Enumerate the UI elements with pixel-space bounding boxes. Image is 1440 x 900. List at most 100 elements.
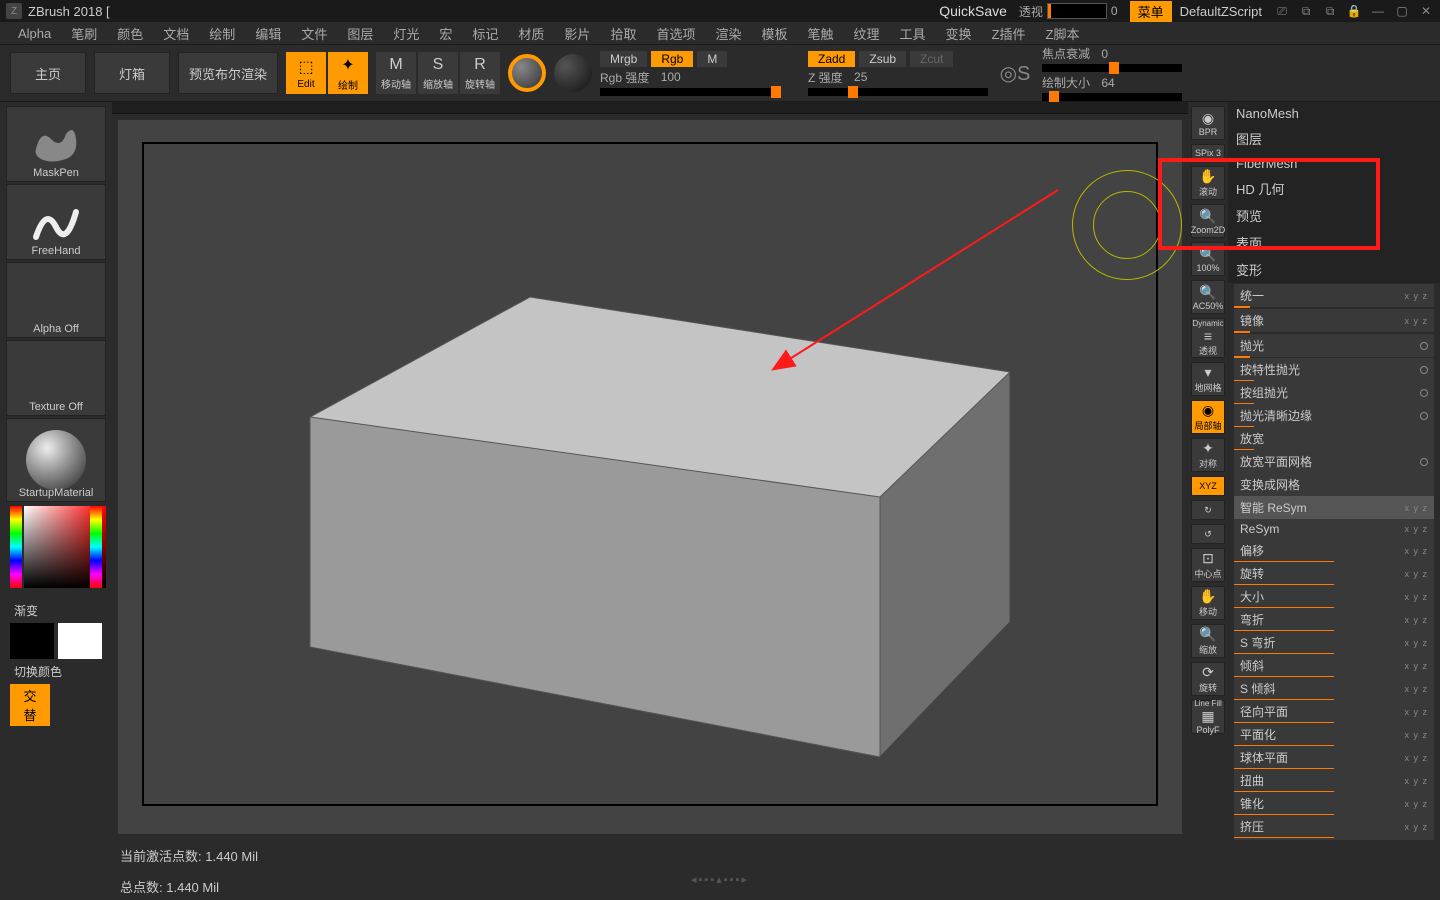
deform-锥化[interactable]: 锥化x y z: [1234, 792, 1434, 815]
gizmo-icon[interactable]: ◎S: [996, 54, 1034, 92]
drag-handle-icon[interactable]: ◂▪▪▪▴▪▪▪▸: [691, 873, 749, 886]
deform-径向平面[interactable]: 径向平面x y z: [1234, 700, 1434, 723]
maximize-icon[interactable]: ▢: [1394, 3, 1410, 19]
zcut-button[interactable]: Zcut: [910, 51, 953, 67]
menu-Z插件[interactable]: Z插件: [984, 22, 1034, 45]
alpha-thumb[interactable]: Alpha Off: [6, 262, 106, 338]
menu-拾取[interactable]: 拾取: [602, 22, 644, 45]
spix-label[interactable]: SPix 3: [1191, 144, 1225, 162]
rgb-intensity-slider[interactable]: [600, 88, 780, 96]
frame-button[interactable]: ⊡中心点: [1191, 548, 1225, 582]
menu-工具[interactable]: 工具: [892, 22, 934, 45]
mrgb-button[interactable]: Mrgb: [600, 51, 647, 67]
swap-button[interactable]: 交替: [10, 684, 50, 726]
panel-header[interactable]: 表面: [1228, 229, 1440, 256]
symmetry-button[interactable]: ✦对称: [1191, 438, 1225, 472]
deform-抛光清晰边缘[interactable]: 抛光清晰边缘: [1234, 404, 1434, 427]
menu-渲染[interactable]: 渲染: [707, 22, 749, 45]
zsub-button[interactable]: Zsub: [859, 51, 906, 67]
rgb-button[interactable]: Rgb: [651, 51, 693, 67]
layout-icon[interactable]: ⎚: [1274, 3, 1290, 19]
close-icon[interactable]: ✕: [1418, 3, 1434, 19]
material-sphere[interactable]: [508, 54, 546, 92]
menu-绘制[interactable]: 绘制: [201, 22, 243, 45]
menu-灯光[interactable]: 灯光: [385, 22, 427, 45]
menu-模板[interactable]: 模板: [753, 22, 795, 45]
deform-大小[interactable]: 大小x y z: [1234, 585, 1434, 608]
deform-噪波[interactable]: 噪波x y z: [1234, 838, 1434, 840]
deform-抛光[interactable]: 抛光: [1234, 334, 1434, 357]
move-view-button[interactable]: ✋移动: [1191, 586, 1225, 620]
deform-S 倾斜[interactable]: S 倾斜x y z: [1234, 677, 1434, 700]
quicksave-button[interactable]: QuickSave: [939, 3, 1007, 19]
rot-cw-icon[interactable]: ↻: [1191, 500, 1225, 520]
live-boolean-button[interactable]: 预览布尔渲染: [178, 52, 278, 94]
material-sphere-2[interactable]: [554, 54, 592, 92]
timeline-ruler[interactable]: [112, 102, 1188, 114]
minimize-icon[interactable]: —: [1370, 3, 1386, 19]
deform-倾斜[interactable]: 倾斜x y z: [1234, 654, 1434, 677]
menu-宏[interactable]: 宏: [431, 22, 460, 45]
actual-size-button[interactable]: 🔍100%: [1191, 242, 1225, 276]
menu-笔刷[interactable]: 笔刷: [63, 22, 105, 45]
material-thumb[interactable]: StartupMaterial: [6, 418, 106, 502]
floor-button[interactable]: ▾地网格: [1191, 362, 1225, 396]
deform-统一[interactable]: 统一x y z: [1234, 284, 1434, 307]
move-button[interactable]: M移动轴: [376, 52, 416, 94]
scale-view-button[interactable]: 🔍缩放: [1191, 624, 1225, 658]
deform-平面化[interactable]: 平面化x y z: [1234, 723, 1434, 746]
deform-旋转[interactable]: 旋转x y z: [1234, 562, 1434, 585]
deform-S 弯折[interactable]: S 弯折x y z: [1234, 631, 1434, 654]
menu-影片[interactable]: 影片: [556, 22, 598, 45]
panel-header[interactable]: 图层: [1228, 125, 1440, 152]
menu-编辑[interactable]: 编辑: [247, 22, 289, 45]
menu-标记[interactable]: 标记: [464, 22, 506, 45]
hue-bar-left[interactable]: [10, 506, 22, 588]
menu-Alpha[interactable]: Alpha: [10, 24, 59, 43]
rotate-button[interactable]: R旋转轴: [460, 52, 500, 94]
deform-偏移[interactable]: 偏移x y z: [1234, 539, 1434, 562]
deform-扭曲[interactable]: 扭曲x y z: [1234, 769, 1434, 792]
deform-变换成网格[interactable]: 变换成网格: [1234, 473, 1434, 496]
linefill-button[interactable]: Line Fill▦PolyF: [1191, 700, 1225, 734]
dynamic-persp-button[interactable]: Dynamic≡透视: [1191, 318, 1225, 358]
menu-首选项[interactable]: 首选项: [648, 22, 703, 45]
perspective-slider[interactable]: [1047, 3, 1107, 19]
menu-文件[interactable]: 文件: [293, 22, 335, 45]
dup2-icon[interactable]: ⧉: [1322, 3, 1338, 19]
draw-mode-button[interactable]: ✦绘制: [328, 52, 368, 94]
hue-bar-right[interactable]: [90, 506, 102, 588]
deform-放宽平面网格[interactable]: 放宽平面网格: [1234, 450, 1434, 473]
menu-Z脚本[interactable]: Z脚本: [1038, 22, 1088, 45]
scale-button[interactable]: S缩放轴: [418, 52, 458, 94]
swatch-white[interactable]: [58, 623, 102, 659]
deform-弯折[interactable]: 弯折x y z: [1234, 608, 1434, 631]
bpr-button[interactable]: ◉BPR: [1191, 106, 1225, 140]
scroll-button[interactable]: ✋滚动: [1191, 166, 1225, 200]
rot-ccw-icon[interactable]: ↺: [1191, 524, 1225, 544]
default-zscript[interactable]: DefaultZScript: [1180, 4, 1262, 19]
m-button[interactable]: M: [697, 51, 727, 67]
xyz-button[interactable]: XYZ: [1191, 476, 1225, 496]
edit-mode-button[interactable]: ⬚Edit: [286, 52, 326, 94]
menu-颜色[interactable]: 颜色: [109, 22, 151, 45]
panel-header[interactable]: NanoMesh: [1228, 102, 1440, 125]
menu-笔触[interactable]: 笔触: [800, 22, 842, 45]
deform-放宽[interactable]: 放宽: [1234, 427, 1434, 450]
local-button[interactable]: ◉局部轴: [1191, 400, 1225, 434]
switch-color-label[interactable]: 切换颜色: [10, 661, 102, 682]
swatch-black[interactable]: [10, 623, 54, 659]
z-intensity-slider[interactable]: [808, 88, 988, 96]
deform-按特性抛光[interactable]: 按特性抛光: [1234, 358, 1434, 381]
rotate-view-button[interactable]: ⟳旋转: [1191, 662, 1225, 696]
lock-icon[interactable]: 🔒: [1346, 3, 1362, 19]
menu-button[interactable]: 菜单: [1130, 1, 1172, 22]
lightbox-button[interactable]: 灯箱: [94, 52, 170, 94]
menu-纹理[interactable]: 纹理: [846, 22, 888, 45]
texture-thumb[interactable]: Texture Off: [6, 340, 106, 416]
deform-智能 ReSym[interactable]: 智能 ReSymx y z: [1234, 496, 1434, 519]
deform-球体平面[interactable]: 球体平面x y z: [1234, 746, 1434, 769]
dup-icon[interactable]: ⧉: [1298, 3, 1314, 19]
zadd-button[interactable]: Zadd: [808, 51, 855, 67]
menu-图层[interactable]: 图层: [339, 22, 381, 45]
